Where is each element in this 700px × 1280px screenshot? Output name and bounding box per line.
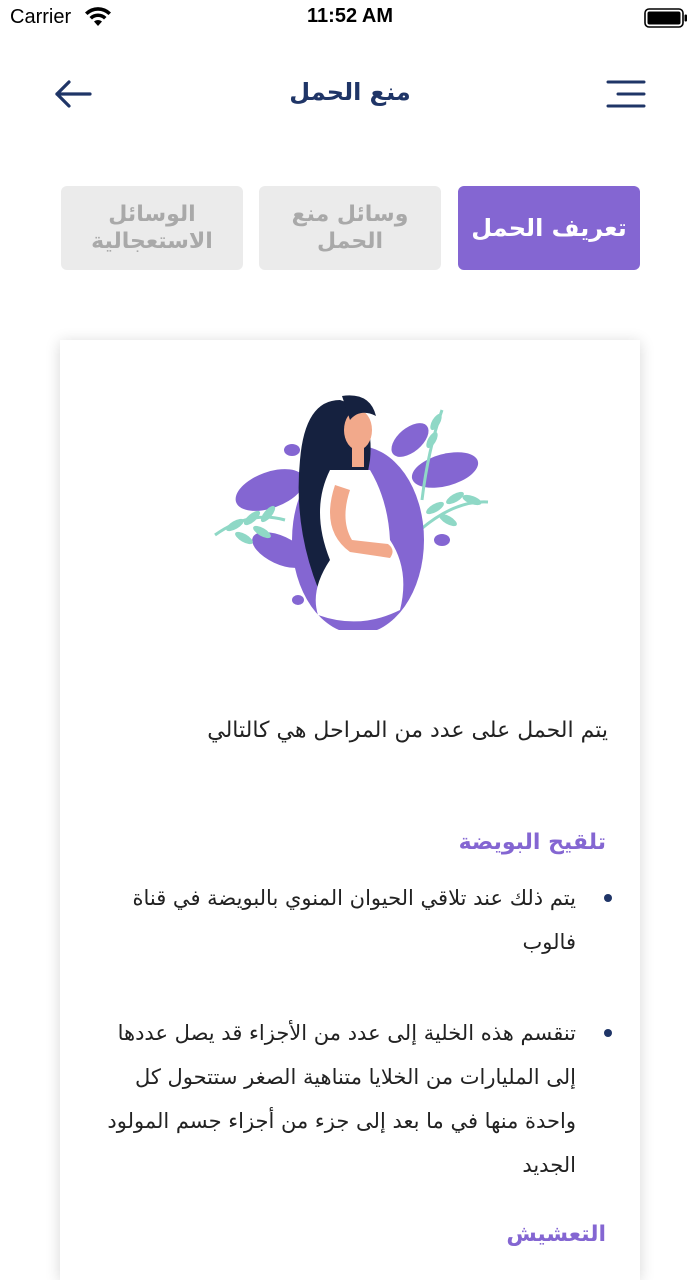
tab-contraception-methods[interactable]: وسائل منع الحمل [259, 186, 441, 270]
bullet-icon [604, 1029, 612, 1037]
pregnant-woman-illustration [214, 395, 489, 630]
battery-icon [644, 8, 687, 28]
content-card: يتم الحمل على عدد من المراحل هي كالتالي … [60, 340, 640, 1280]
status-bar: Carrier 11:52 AM [0, 0, 700, 36]
tab-emergency-methods[interactable]: الوسائل الاستعجالية [61, 186, 243, 270]
page-title: منع الحمل [289, 78, 411, 106]
intro-text: يتم الحمل على عدد من المراحل هي كالتالي [207, 718, 608, 743]
bullet-text: يتم ذلك عند تلاقي الحيوان المنوي بالبويض… [132, 886, 576, 954]
menu-button[interactable] [604, 76, 646, 112]
clock: 11:52 AM [307, 5, 393, 27]
bullet-text: تنقسم هذه الخلية إلى عدد من الأجزاء قد ي… [107, 1021, 576, 1177]
section-title-fertilization: تلقيح البويضة [458, 830, 606, 855]
navigation-bar: منع الحمل [0, 60, 700, 130]
bullet-icon [604, 894, 612, 902]
section-title-implantation: التعشيش [506, 1222, 606, 1247]
tab-pregnancy-definition[interactable]: تعريف الحمل [458, 186, 640, 270]
hamburger-menu-icon [606, 80, 646, 108]
